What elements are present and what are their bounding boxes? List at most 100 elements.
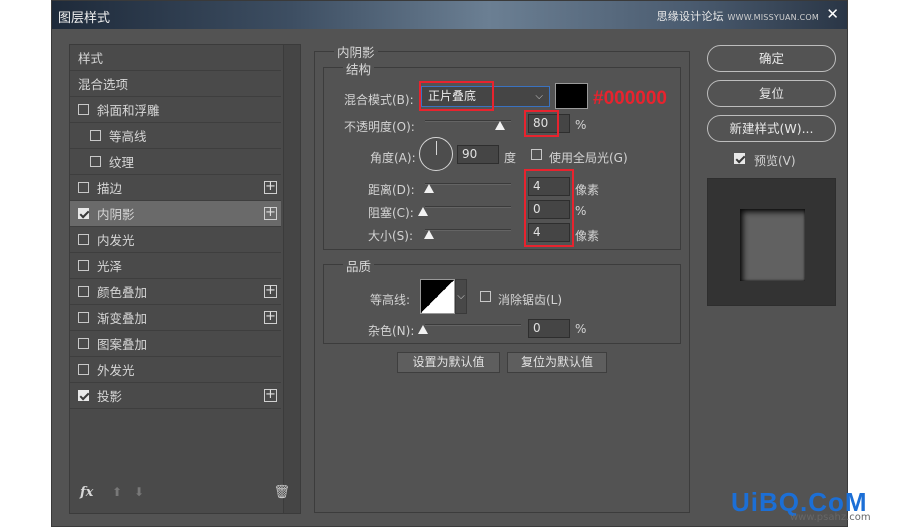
distance-label: 距离(D): (368, 183, 415, 197)
distance-unit: 像素 (575, 183, 600, 197)
blend-mode-highlight (419, 81, 494, 111)
anti-alias-label: 消除锯齿(L) (498, 293, 563, 307)
move-down-icon[interactable]: ⬇ (134, 485, 144, 499)
opacity-label: 不透明度(O): (344, 120, 415, 134)
distance-slider-track[interactable] (425, 183, 511, 185)
style-list-item-label: 内阴影 (97, 207, 135, 222)
color-hex-annotation: #000000 (593, 88, 667, 109)
title-bar[interactable]: 图层样式 思缘设计论坛 WWW.MISSYUAN.COM ✕ (52, 1, 847, 29)
style-checkbox[interactable] (78, 390, 89, 401)
angle-label: 角度(A): (370, 151, 416, 165)
trash-icon[interactable]: 🗑 (273, 485, 290, 500)
style-list-item[interactable]: 外发光 (70, 357, 281, 383)
style-list-item-label: 内发光 (97, 233, 135, 248)
angle-unit: 度 (504, 151, 517, 165)
distance-choke-size-highlight (524, 169, 574, 247)
style-checkbox[interactable] (78, 312, 89, 323)
watermark-url: www.psahz.com (790, 512, 871, 523)
global-light-label: 使用全局光(G) (549, 151, 628, 165)
style-checkbox[interactable] (90, 156, 101, 167)
style-checkbox[interactable] (78, 260, 89, 271)
add-effect-plus-icon[interactable]: + (264, 206, 277, 220)
style-list-item[interactable]: 光泽 (70, 253, 281, 279)
style-list-item[interactable]: 斜面和浮雕 (70, 97, 281, 123)
noise-slider-thumb[interactable] (418, 325, 428, 334)
opacity-slider-thumb[interactable] (495, 121, 505, 130)
style-list-item-label: 样式 (78, 51, 104, 66)
style-list-item-label: 颜色叠加 (97, 285, 148, 300)
noise-slider-track[interactable] (425, 324, 521, 326)
close-icon[interactable]: ✕ (826, 5, 839, 23)
style-list-item-label: 外发光 (97, 363, 135, 378)
distance-slider-thumb[interactable] (424, 184, 434, 193)
global-light-checkbox[interactable] (531, 149, 542, 160)
style-list-item[interactable]: 图案叠加 (70, 331, 281, 357)
style-list-item[interactable]: 混合选项 (70, 71, 281, 97)
style-list-item[interactable]: 描边 + (70, 175, 281, 201)
style-checkbox[interactable] (78, 182, 89, 193)
move-up-icon[interactable]: ⬆ (112, 485, 122, 499)
make-default-button[interactable]: 设置为默认值 (397, 352, 500, 373)
fx-icon[interactable]: fx (80, 485, 93, 500)
add-effect-plus-icon[interactable]: + (264, 388, 277, 402)
size-label: 大小(S): (368, 229, 414, 243)
brand-text: 思缘设计论坛 WWW.MISSYUAN.COM (657, 8, 819, 24)
style-list-item-label: 描边 (97, 181, 123, 196)
style-list-item[interactable]: 颜色叠加 + (70, 279, 281, 305)
style-list-item-label: 图案叠加 (97, 337, 148, 352)
reset-default-button[interactable]: 复位为默认值 (507, 352, 607, 373)
style-list-item[interactable]: 投影 + (70, 383, 281, 409)
blend-mode-label: 混合模式(B): (344, 93, 414, 107)
noise-input[interactable]: 0 (528, 319, 570, 338)
style-list-item-label: 纹理 (109, 155, 135, 170)
angle-dial[interactable] (419, 137, 453, 171)
noise-unit: % (575, 322, 587, 336)
styles-list-panel: 样式混合选项 斜面和浮雕等高线纹理描边 + 内阴影 + 内发光光泽颜色叠加 + 渐变叠加 + 图案… (69, 44, 301, 514)
style-list-item-label: 等高线 (109, 129, 147, 144)
brand-name: 思缘设计论坛 (656, 10, 724, 23)
structure-title: 结构 (343, 59, 375, 78)
size-slider-thumb[interactable] (424, 230, 434, 239)
style-list-item[interactable]: 内发光 (70, 227, 281, 253)
style-list-item[interactable]: 渐变叠加 + (70, 305, 281, 331)
style-checkbox[interactable] (78, 364, 89, 375)
style-checkbox[interactable] (78, 234, 89, 245)
contour-preview[interactable] (420, 279, 455, 314)
anti-alias-checkbox[interactable] (480, 291, 491, 302)
style-list-item-label: 渐变叠加 (97, 311, 148, 326)
noise-label: 杂色(N): (368, 324, 415, 338)
add-effect-plus-icon[interactable]: + (264, 310, 277, 324)
contour-chevron-down-icon[interactable]: ⌵ (455, 279, 467, 314)
choke-slider-thumb[interactable] (418, 207, 428, 216)
style-checkbox[interactable] (90, 130, 101, 141)
chevron-down-icon: ⌵ (535, 91, 543, 102)
size-slider-track[interactable] (425, 229, 511, 231)
ok-button[interactable]: 确定 (707, 45, 836, 72)
style-checkbox[interactable] (78, 338, 89, 349)
styles-list-footer: fx ⬆ ⬇ 🗑 (76, 485, 296, 503)
style-list-item-label: 投影 (97, 389, 123, 404)
style-checkbox[interactable] (78, 286, 89, 297)
new-style-button[interactable]: 新建样式(W)... (707, 115, 836, 142)
window-title: 图层样式 (58, 11, 111, 26)
style-list-item[interactable]: 内阴影 + (70, 201, 281, 227)
choke-slider-track[interactable] (425, 206, 511, 208)
style-checkbox[interactable] (78, 208, 89, 219)
angle-input[interactable]: 90 (457, 145, 499, 164)
style-preview-swatch (740, 209, 805, 281)
preview-label: 预览(V) (754, 154, 796, 168)
style-list-item[interactable]: 样式 (70, 45, 281, 71)
choke-unit: % (575, 204, 587, 218)
opacity-unit: % (575, 118, 587, 132)
style-list-item[interactable]: 纹理 (70, 149, 281, 175)
styles-list-scrollbar[interactable] (283, 45, 300, 513)
background-left (0, 0, 52, 527)
style-list-item[interactable]: 等高线 (70, 123, 281, 149)
style-checkbox[interactable] (78, 104, 89, 115)
preview-checkbox[interactable] (734, 153, 745, 164)
add-effect-plus-icon[interactable]: + (264, 180, 277, 194)
shadow-color-swatch[interactable] (555, 83, 588, 109)
reset-button[interactable]: 复位 (707, 80, 836, 107)
add-effect-plus-icon[interactable]: + (264, 284, 277, 298)
size-unit: 像素 (575, 229, 600, 243)
